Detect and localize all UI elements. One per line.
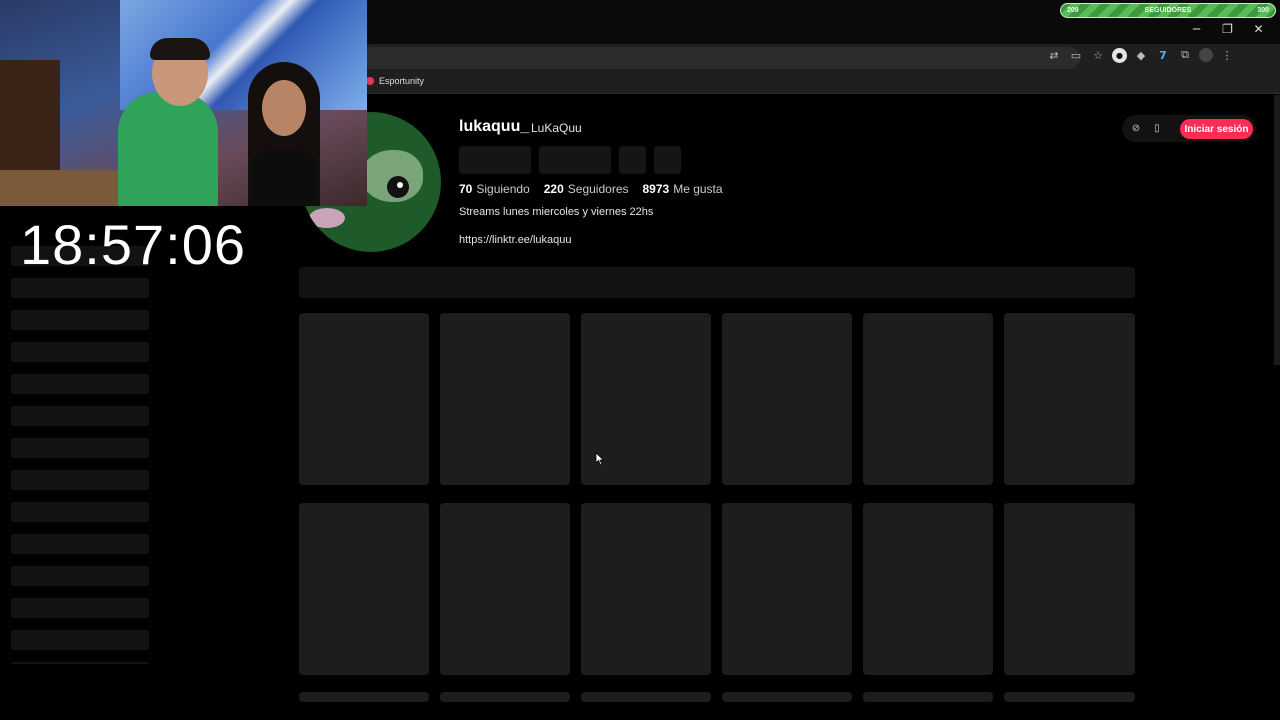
webcam-person-head [262,80,306,136]
webcam-person-body [250,150,318,206]
video-card-skeleton[interactable] [1004,313,1135,485]
diamond-extension-icon[interactable]: ◆ [1133,47,1149,63]
esportunity-icon [366,77,374,85]
stat-followers[interactable]: 220 Seguidores [544,182,629,196]
video-tabs-skeleton [299,267,1135,298]
page-scrollbar[interactable] [1274,95,1280,365]
cast-icon[interactable]: ▭ [1068,47,1084,63]
mouse-cursor-icon [595,452,605,466]
video-card-skeleton[interactable] [1004,503,1135,675]
video-card-skeleton[interactable] [722,503,852,675]
stat-following[interactable]: 70 Siguiendo [459,182,530,196]
profile-link[interactable]: https://linktr.ee/lukaquu [459,234,572,246]
sidebar-skeleton-item [11,534,149,554]
sidebar-skeleton-item [11,374,149,394]
sidebar-skeleton-item [11,502,149,522]
profile-username: lukaquu_ [459,118,530,135]
stat-likes: 8973 Me gusta [643,182,723,196]
sidebar-skeleton-item [11,342,149,362]
window-controls: ─ ❐ ✕ [1181,20,1274,38]
video-card-skeleton[interactable] [299,692,429,702]
sidebar-skeleton-item [11,438,149,458]
sidebar-skeleton-item [11,630,149,650]
more-button-skeleton[interactable] [654,146,681,174]
webcam-person-body [118,92,218,206]
webcam-overlay [0,0,367,206]
video-card-skeleton[interactable] [722,692,852,702]
video-card-skeleton[interactable] [581,692,711,702]
bookmark-esportunity[interactable]: Esportunity [366,76,424,86]
video-card-skeleton[interactable] [863,313,993,485]
video-card-skeleton[interactable] [581,503,711,675]
video-card-skeleton[interactable] [440,692,570,702]
sidebar-skeleton-item [11,310,149,330]
cursor-arrow-icon [595,452,605,466]
sidebar-skeleton-item [11,278,149,298]
video-card-skeleton[interactable] [1004,692,1135,702]
translate-icon[interactable]: ⇄ [1046,47,1062,63]
address-bar[interactable] [360,47,1080,69]
compass-icon[interactable]: ⊘ [1129,121,1143,135]
7tv-icon[interactable]: 7 [1155,47,1171,63]
video-card-skeleton[interactable] [299,313,429,485]
stat-value: 8973 [642,182,670,196]
stat-value: 70 [459,182,473,196]
sidebar-skeleton-item [11,566,149,586]
profile-icon[interactable] [1199,48,1213,62]
screen: 209 SEGUIDORES 300 ─ ❐ ✕ ⇄ ▭ ☆ ● ◆ 7 ⧉ ⋮… [0,0,1280,720]
stat-label: Seguidores [567,182,629,196]
follower-goal-bar: 209 SEGUIDORES 300 [1060,3,1276,18]
extension-icons: ⇄ ▭ ☆ ● ◆ 7 ⧉ ⋮ [1046,47,1235,63]
profile-stats: 70 Siguiendo 220 Seguidores 8973 Me gusta [459,182,723,196]
video-card-skeleton[interactable] [722,313,852,485]
profile-bio: Streams lunes miercoles y viernes 22hs [459,206,654,218]
stat-label: Siguiendo [476,182,530,196]
follower-goal-label: SEGUIDORES [1144,7,1192,14]
sidebar-skeleton-item [11,406,149,426]
close-button[interactable]: ✕ [1243,20,1274,38]
follower-goal-current: 209 [1067,7,1079,14]
profile-nickname: LuKaQuu [531,121,582,135]
video-card-skeleton[interactable] [299,503,429,675]
message-button-skeleton[interactable] [539,146,611,174]
stream-clock: 18:57:06 [20,213,246,276]
video-card-skeleton[interactable] [440,313,570,485]
stat-label: Me gusta [673,182,723,196]
webcam-person-hair [150,38,210,60]
video-card-skeleton[interactable] [863,503,993,675]
follow-button-skeleton[interactable] [459,146,531,174]
phone-icon[interactable]: ▯ [1150,121,1164,135]
login-button[interactable]: Iniciar sesión [1180,119,1253,139]
minimize-button[interactable]: ─ [1181,20,1212,38]
menu-icon[interactable]: ⋮ [1219,47,1235,63]
add-friend-button-skeleton[interactable] [619,146,646,174]
video-card-skeleton[interactable] [440,503,570,675]
star-icon[interactable]: ☆ [1090,47,1106,63]
avatar-eye-highlight [397,182,403,188]
puzzle-icon[interactable]: ⧉ [1177,47,1193,63]
sidebar-skeleton-item [11,598,149,618]
video-card-skeleton[interactable] [863,692,993,702]
restore-button[interactable]: ❐ [1212,20,1243,38]
sidebar-divider [11,662,149,664]
stat-value: 220 [543,182,564,196]
sidebar-skeleton-item [11,470,149,490]
ghost-extension-icon[interactable]: ● [1112,47,1127,63]
follower-goal-target: 300 [1257,7,1269,14]
avatar-accent [309,208,345,228]
bookmark-label: Esportunity [379,76,425,86]
